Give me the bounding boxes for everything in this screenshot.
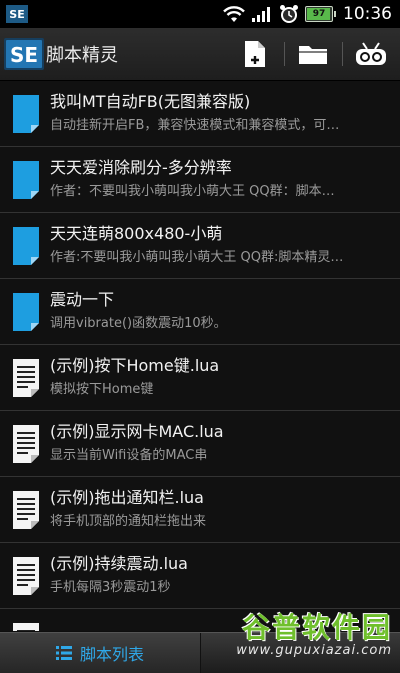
blue-file-icon bbox=[13, 160, 39, 199]
watermark: 谷普软件园 www.gupuxiazai.com bbox=[236, 611, 392, 658]
gamepad-button[interactable] bbox=[342, 28, 400, 80]
app-logo-text: SE bbox=[10, 43, 38, 67]
script-description: 显示当前Wifi设备的MAC串 bbox=[50, 448, 208, 463]
list-icon bbox=[55, 646, 72, 660]
script-description: 调用vibrate()函数震动10秒。 bbox=[50, 316, 227, 331]
script-description: 模拟按下Home键 bbox=[50, 382, 154, 397]
se-notification-icon: SE bbox=[6, 5, 28, 23]
script-row[interactable]: (示例)持续震动.lua 手机每隔3秒震动1秒 bbox=[0, 543, 400, 609]
text-file-icon bbox=[13, 556, 39, 595]
new-script-button[interactable] bbox=[226, 28, 284, 80]
gamepad-icon bbox=[356, 42, 386, 65]
script-title: (示例)按下Home键.lua bbox=[50, 356, 220, 375]
script-description: 将手机顶部的通知栏拖出来 bbox=[50, 514, 207, 529]
action-bar: SE 脚本精灵 bbox=[0, 28, 400, 81]
script-title: 天天连萌800x480-小萌 bbox=[50, 224, 223, 243]
blue-file-icon bbox=[13, 292, 39, 331]
battery-percent: 97 bbox=[312, 9, 326, 19]
app-title: 脚本精灵 bbox=[46, 45, 118, 66]
watermark-main: 谷普软件园 bbox=[241, 611, 392, 644]
wifi-icon bbox=[223, 6, 245, 22]
tab-script-list[interactable]: 脚本列表 bbox=[0, 633, 201, 673]
text-file-icon bbox=[13, 358, 39, 397]
script-description: 手机每隔3秒震动1秒 bbox=[50, 580, 171, 595]
blue-file-icon bbox=[13, 94, 39, 133]
script-title: (示例)拖出通知栏.lua bbox=[50, 488, 204, 507]
text-file-icon bbox=[13, 424, 39, 463]
app-logo[interactable]: SE bbox=[2, 32, 46, 76]
tab-script-list-label: 脚本列表 bbox=[79, 645, 144, 664]
script-row[interactable]: 震动一下调用vibrate()函数震动10秒。 bbox=[0, 279, 400, 345]
script-description: 自动挂新开启FB，兼容快速模式和兼容模式，可… bbox=[50, 118, 340, 133]
script-row[interactable]: 天天爱消除刷分-多分辨率作者：不要叫我小萌叫我小萌大王 QQ群：脚本… bbox=[0, 147, 400, 213]
script-description: 作者：不要叫我小萌叫我小萌大王 QQ群：脚本… bbox=[50, 184, 335, 199]
script-row[interactable]: (示例)拖出通知栏.lua 将手机顶部的通知栏拖出来 bbox=[0, 477, 400, 543]
script-row[interactable]: 我叫MT自动FB(无图兼容版) 自动挂新开启FB，兼容快速模式和兼容模式，可… bbox=[0, 81, 400, 147]
watermark-url: www.gupuxiazai.com bbox=[236, 643, 392, 658]
folder-icon bbox=[299, 46, 327, 64]
battery-icon: 97 bbox=[305, 6, 336, 22]
script-title: (示例)持续震动.lua bbox=[50, 554, 188, 573]
script-title: 我叫MT自动FB(无图兼容版) bbox=[50, 92, 251, 111]
script-description: 作者:不要叫我小萌叫我小萌大王 QQ群:脚本精灵… bbox=[50, 250, 344, 265]
status-time: 10:36 bbox=[343, 4, 392, 24]
open-folder-button[interactable] bbox=[284, 28, 342, 80]
text-file-icon bbox=[13, 490, 39, 529]
script-title: 震动一下 bbox=[50, 290, 115, 309]
script-row[interactable]: (示例)按下Home键.lua 模拟按下Home键 bbox=[0, 345, 400, 411]
signal-icon bbox=[252, 7, 270, 22]
alarm-clock-icon bbox=[280, 5, 298, 23]
status-bar: SE 97 10:36 bbox=[0, 0, 400, 28]
new-file-icon bbox=[245, 41, 265, 67]
svg-text:SE: SE bbox=[9, 8, 24, 21]
script-title: 天天爱消除刷分-多分辨率 bbox=[50, 158, 232, 177]
script-title: (示例)显示网卡MAC.lua bbox=[50, 422, 224, 441]
text-file-icon bbox=[13, 622, 39, 631]
script-list[interactable]: 我叫MT自动FB(无图兼容版) 自动挂新开启FB，兼容快速模式和兼容模式，可… 天天… bbox=[0, 81, 400, 631]
blue-file-icon bbox=[13, 226, 39, 265]
script-row[interactable]: 天天连萌800x480-小萌作者:不要叫我小萌叫我小萌大王 QQ群:脚本精灵… bbox=[0, 213, 400, 279]
script-row[interactable]: (示例)显示网卡MAC.lua 显示当前Wifi设备的MAC串 bbox=[0, 411, 400, 477]
